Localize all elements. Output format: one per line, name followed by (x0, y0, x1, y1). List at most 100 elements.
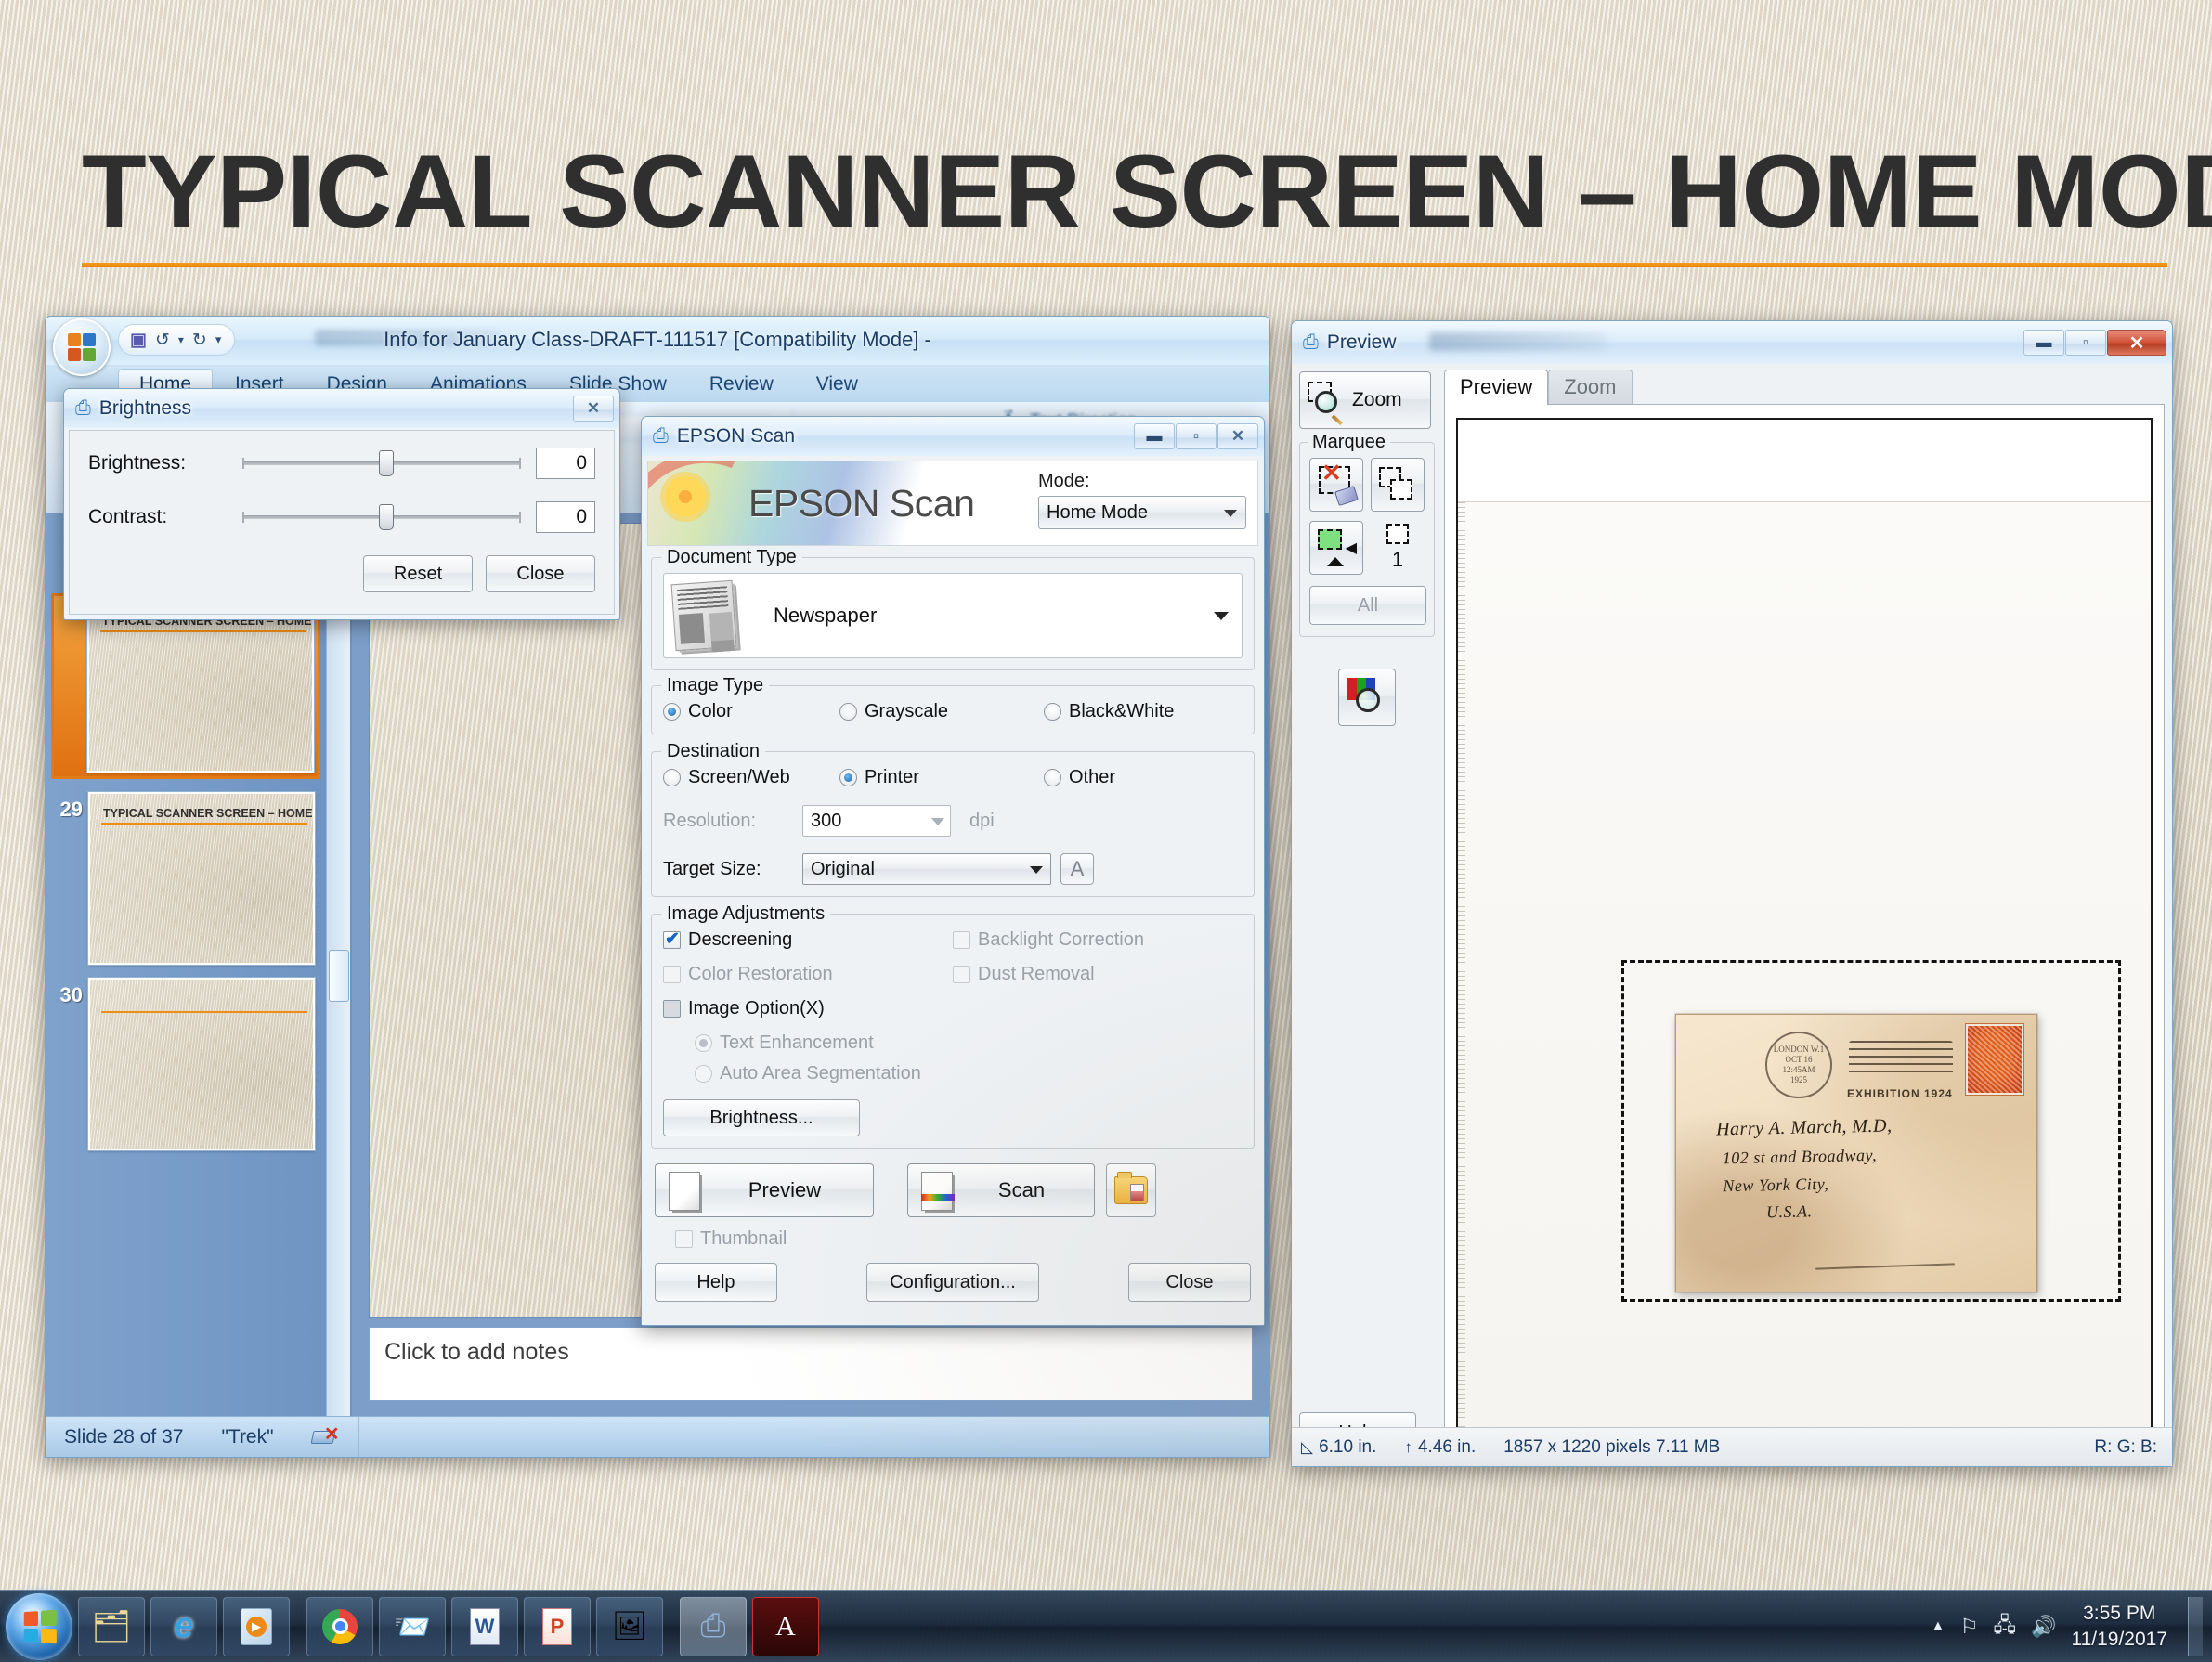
internet-explorer-icon[interactable]: e (150, 1596, 217, 1656)
radio-text-enhancement[interactable]: Text Enhancement (695, 1032, 1243, 1054)
contrast-value-field[interactable]: 0 (536, 501, 595, 533)
list-item-selected[interactable]: 28 TYPICAL SCANNER SCREEN – HOME MODE TY… (46, 593, 352, 779)
microsoft-powerpoint-icon[interactable]: P (524, 1596, 591, 1656)
maximize-button[interactable]: ▫ (2065, 330, 2106, 356)
tab-view[interactable]: View (796, 370, 878, 402)
scrollbar-handle[interactable] (329, 950, 349, 1002)
maximize-button[interactable]: ▫ (1176, 423, 1217, 449)
list-item[interactable]: 30 (51, 977, 352, 1151)
tab-review[interactable]: Review (689, 370, 794, 402)
preview-button[interactable]: Preview (655, 1163, 874, 1217)
clock[interactable]: 3:55 PM 11/19/2017 (2071, 1601, 2167, 1652)
rgb-magnifier-button[interactable] (1338, 669, 1396, 726)
checkbox-color-restoration[interactable]: Color Restoration (663, 964, 953, 985)
show-desktop-button[interactable] (2188, 1596, 2203, 1656)
list-item[interactable]: 29 TYPICAL SCANNER SCREEN – HOME MODE TY… (51, 791, 352, 966)
checkbox-indicator (953, 931, 970, 949)
slider-handle[interactable] (379, 450, 394, 476)
slide-thumbnail-30[interactable] (87, 977, 316, 1151)
preview-tab-strip[interactable]: Preview Zoom (1444, 370, 2165, 405)
target-size-dropdown[interactable]: Original (802, 853, 1051, 885)
windows-explorer-icon[interactable]: 🗂 (78, 1596, 145, 1656)
scan-button[interactable]: Scan (907, 1163, 1095, 1217)
thumbnail-scrollbar[interactable] (326, 513, 350, 1457)
checkbox-dust-removal[interactable]: Dust Removal (953, 964, 1243, 985)
minimize-button[interactable]: ▬ (1134, 423, 1175, 449)
tab-preview[interactable]: Preview (1444, 370, 1549, 405)
configuration-button[interactable]: Configuration... (866, 1263, 1039, 1302)
slide-thumbnail-29[interactable]: TYPICAL SCANNER SCREEN – HOME MODE TYPIC… (87, 791, 316, 966)
radio-grayscale[interactable]: Grayscale (839, 701, 1044, 722)
brightness-value-field[interactable]: 0 (536, 448, 595, 479)
radio-other[interactable]: Other (1044, 767, 1115, 788)
microsoft-word-icon[interactable]: W (451, 1596, 518, 1656)
checkbox-descreening[interactable]: Descreening (663, 928, 953, 951)
radio-black-and-white[interactable]: Black&White (1044, 701, 1174, 722)
radio-color[interactable]: Color (663, 701, 839, 722)
checkbox-backlight-correction[interactable]: Backlight Correction (953, 929, 1243, 951)
slider-handle[interactable] (379, 504, 394, 530)
preview-panel[interactable]: LONDON W.1 OCT 16 12:45AM 1925 EXHIBITIO… (1444, 404, 2165, 1466)
brightness-title-bar[interactable]: ⎙ Brightness ✕ (64, 389, 619, 428)
start-button[interactable] (6, 1592, 72, 1660)
epson-scan-window[interactable]: ⎙ EPSON Scan ▬ ▫ ✕ EPSON Scan Mode: Home… (641, 416, 1265, 1326)
volume-icon[interactable]: 🔊 (2031, 1615, 2056, 1639)
close-button[interactable]: Close (486, 555, 595, 592)
marquee-delete-icon[interactable]: ✕ (1309, 458, 1363, 512)
radio-printer[interactable]: Printer (839, 767, 1044, 788)
tab-zoom[interactable]: Zoom (1548, 370, 1633, 405)
address-underline (1815, 1263, 1955, 1270)
thumbnail-accent-rule (101, 1011, 307, 1013)
scanner-icon: ⎙ (1303, 331, 1319, 353)
checkbox-image-option[interactable]: Image Option(X) (663, 998, 1243, 1019)
google-chrome-icon[interactable] (306, 1596, 373, 1656)
windows-media-player-icon[interactable]: ▶ (223, 1596, 290, 1656)
preview-title-bar[interactable]: ⎙ Preview ▬ ▫ ✕ (1292, 321, 2172, 364)
epson-scan-icon[interactable]: ⎙ (680, 1596, 747, 1656)
network-icon[interactable]: 🖧 (1994, 1609, 2017, 1644)
chevron-down-icon (1030, 866, 1043, 874)
page-icon (669, 1172, 700, 1211)
mode-dropdown[interactable]: Home Mode (1038, 496, 1246, 529)
reset-button[interactable]: Reset (363, 555, 473, 592)
slide-thumbnail-28[interactable]: TYPICAL SCANNER SCREEN – HOME MODE TYPIC… (86, 599, 315, 773)
radio-screen-web[interactable]: Screen/Web (663, 767, 839, 788)
close-button[interactable]: Close (1128, 1263, 1251, 1302)
marquee-auto-icon[interactable]: ◀ (1309, 521, 1363, 575)
flag-icon[interactable]: ⚐ (1960, 1615, 1979, 1639)
contrast-slider[interactable] (242, 504, 521, 530)
windows-photo-viewer-icon[interactable]: 🖼 (596, 1596, 663, 1656)
microsoft-outlook-icon[interactable]: 📨 (379, 1596, 446, 1656)
brightness-dialog[interactable]: ⎙ Brightness ✕ Brightness: 0 Contrast: 0… (63, 388, 620, 620)
spellcheck-error-icon[interactable]: ✕ (293, 1417, 359, 1457)
notes-placeholder[interactable]: Click to add notes (369, 1327, 1253, 1401)
target-size-orientation-button[interactable]: A (1060, 853, 1094, 885)
brightness-button[interactable]: Brightness... (663, 1099, 860, 1136)
windows-taskbar[interactable]: 🗂 e ▶ 📨 W P 🖼 ⎙ A ▲ ⚐ 🖧 🔊 3:55 PM 11/19/… (0, 1590, 2212, 1662)
help-button[interactable]: Help (655, 1263, 777, 1302)
image-option-sub-radios: Text Enhancement Auto Area Segmentation (695, 1032, 1243, 1084)
close-button[interactable]: ✕ (573, 396, 614, 422)
brightness-slider[interactable] (242, 450, 521, 476)
slide-thumbnail-pane[interactable]: 28 TYPICAL SCANNER SCREEN – HOME MODE TY… (46, 407, 352, 1457)
powerpoint-title-bar[interactable]: ▣ ↺ ▾ ↻ ▾ Info for January Class-DRAFT-1… (46, 317, 1269, 376)
scan-preview-area[interactable]: LONDON W.1 OCT 16 12:45AM 1925 EXHIBITIO… (1456, 418, 2153, 1435)
adobe-reader-icon[interactable]: A (752, 1596, 819, 1656)
preview-window[interactable]: ⎙ Preview ▬ ▫ ✕ Zoom Marquee ✕ ◀ 1 All P… (1291, 320, 2173, 1467)
marquee-copy-icon[interactable] (1371, 458, 1425, 512)
checkbox-thumbnail[interactable]: Thumbnail (675, 1228, 787, 1250)
close-button[interactable]: ✕ (2107, 330, 2166, 356)
close-button[interactable]: ✕ (1217, 423, 1258, 449)
office-button[interactable] (53, 318, 111, 376)
document-type-dropdown[interactable]: Newspaper (663, 573, 1243, 658)
resolution-dropdown[interactable]: 300 (802, 805, 951, 837)
marquee-box-icon[interactable]: 1 (1371, 521, 1425, 575)
radio-auto-area-segmentation[interactable]: Auto Area Segmentation (695, 1063, 1243, 1084)
marquee-all-button[interactable]: All (1309, 586, 1426, 625)
chevron-up-icon[interactable]: ▲ (1931, 1618, 1945, 1635)
zoom-button[interactable]: Zoom (1299, 371, 1431, 429)
open-folder-button[interactable] (1106, 1163, 1156, 1217)
epson-scan-title-bar[interactable]: ⎙ EPSON Scan ▬ ▫ ✕ (642, 417, 1264, 456)
system-tray[interactable]: ▲ ⚐ 🖧 🔊 3:55 PM 11/19/2017 (1931, 1596, 2212, 1656)
minimize-button[interactable]: ▬ (2023, 330, 2064, 356)
